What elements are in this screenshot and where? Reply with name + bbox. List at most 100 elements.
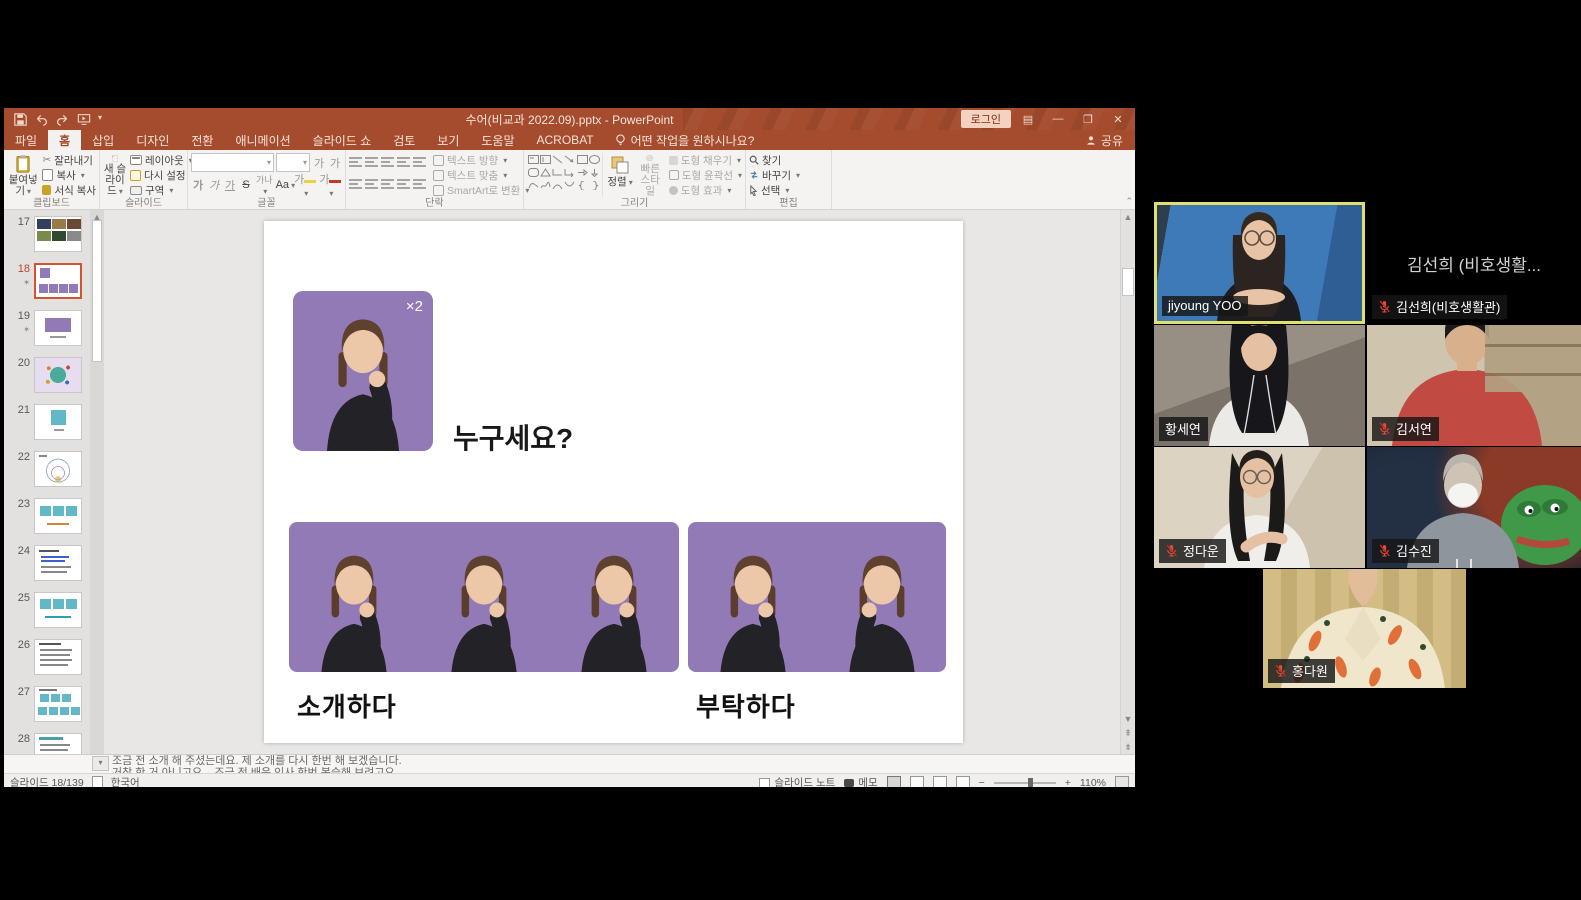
thumbnail-slide-27[interactable]: 27 bbox=[4, 686, 90, 733]
close-button[interactable]: ✕ bbox=[1105, 110, 1131, 128]
zoom-level[interactable]: 110% bbox=[1080, 777, 1106, 788]
grow-font-button[interactable]: 가 bbox=[312, 155, 326, 171]
reading-view-button[interactable] bbox=[933, 776, 947, 787]
shape-outline-button[interactable]: 도형 윤곽선 bbox=[669, 168, 742, 182]
thumbnail-slide-28[interactable]: 28 bbox=[4, 733, 90, 754]
video-tile-jung-dawoon[interactable]: 정다운 bbox=[1154, 447, 1365, 568]
zoom-in-button[interactable]: + bbox=[1065, 777, 1071, 788]
justify-icon[interactable] bbox=[397, 179, 410, 189]
slide-question-text[interactable]: 누구세요? bbox=[453, 417, 573, 457]
thumbnail-slide-22[interactable]: 22 bbox=[4, 451, 90, 498]
shape-fill-button[interactable]: 도형 채우기 bbox=[669, 153, 742, 167]
numbering-icon[interactable] bbox=[365, 157, 378, 167]
thumbnail-scrollbar-thumb[interactable] bbox=[92, 220, 102, 362]
editor-scrollbar-thumb[interactable] bbox=[1122, 268, 1134, 296]
text-direction-button[interactable]: 텍스트 방향 bbox=[433, 153, 529, 167]
tab-file[interactable]: 파일 bbox=[4, 130, 48, 150]
thumbnail-slide-18[interactable]: 18✶ bbox=[4, 263, 90, 310]
restore-button[interactable]: ❐ bbox=[1075, 110, 1101, 128]
fit-to-window-button[interactable] bbox=[1115, 776, 1129, 787]
tab-insert[interactable]: 삽입 bbox=[81, 130, 125, 150]
thumbnail-slide-24[interactable]: 24 bbox=[4, 545, 90, 592]
shapes-gallery[interactable] bbox=[527, 153, 603, 197]
thumbnail-slide-19[interactable]: 19✶ bbox=[4, 310, 90, 357]
thumbnail-slide-17[interactable]: 17 bbox=[4, 216, 90, 263]
thumbnail-slide-25[interactable]: 25 bbox=[4, 592, 90, 639]
underline-button[interactable]: 가 bbox=[223, 177, 237, 193]
new-slide-button[interactable]: 새 슬라이드 bbox=[103, 153, 127, 197]
slide-canvas[interactable]: ×2 누구세요? bbox=[264, 221, 963, 743]
proofing-status-icon[interactable] bbox=[92, 776, 103, 787]
scroll-up-icon[interactable]: ▲ bbox=[1124, 210, 1133, 224]
slide-sorter-view-button[interactable] bbox=[910, 776, 924, 787]
video-tile-kim-sunhee[interactable]: 김선희 (비호생활... 김선희(비호생활관) bbox=[1367, 202, 1581, 324]
start-slideshow-icon[interactable] bbox=[77, 113, 90, 126]
thumbnail-scrollbar[interactable]: ▲ bbox=[90, 210, 104, 754]
tab-transitions[interactable]: 전환 bbox=[180, 130, 224, 150]
quick-styles-button[interactable]: 빠른 스타일 bbox=[637, 153, 664, 197]
sign-image-introduce[interactable] bbox=[289, 522, 679, 672]
video-tile-kim-seoyeon[interactable]: 김서연 bbox=[1367, 325, 1581, 446]
align-text-button[interactable]: 텍스트 맞춤 bbox=[433, 168, 529, 182]
save-icon[interactable] bbox=[14, 113, 27, 126]
comments-toggle-button[interactable]: 메모 bbox=[844, 775, 877, 787]
paste-button[interactable]: 붙여넣기 bbox=[7, 153, 39, 197]
notes-collapse-icon[interactable]: ▾ bbox=[92, 756, 109, 771]
notes-toggle-button[interactable]: 슬라이드 노트 bbox=[759, 775, 835, 787]
replace-button[interactable]: 바꾸기 bbox=[749, 168, 800, 182]
cut-button[interactable]: ✂잘라내기 bbox=[42, 153, 96, 167]
thumbnail-slide-26[interactable]: 26 bbox=[4, 639, 90, 686]
tab-acrobat[interactable]: ACROBAT bbox=[526, 130, 605, 150]
tab-home[interactable]: 홈 bbox=[48, 130, 81, 150]
thumbnail-slide-21[interactable]: 21 bbox=[4, 404, 90, 451]
caption-introduce[interactable]: 소개하다 bbox=[297, 687, 397, 724]
copy-button[interactable]: 복사 bbox=[42, 168, 96, 182]
change-case-button[interactable]: Aa bbox=[276, 179, 292, 191]
editor-scrollbar[interactable]: ⌃ ▲ ▼ ⇞ ⇟ bbox=[1120, 210, 1135, 754]
tab-review[interactable]: 검토 bbox=[382, 130, 426, 150]
align-center-icon[interactable] bbox=[365, 179, 378, 189]
sign-image-question[interactable]: ×2 bbox=[293, 291, 433, 451]
customize-qat-icon[interactable]: ▾ bbox=[98, 113, 106, 126]
thumbnail-slide-23[interactable]: 23 bbox=[4, 498, 90, 545]
video-tile-hong-dawon[interactable]: 홍다원 bbox=[1263, 569, 1466, 688]
tab-help[interactable]: 도움말 bbox=[470, 130, 525, 150]
sign-image-request[interactable] bbox=[688, 522, 946, 672]
previous-slide-button[interactable]: ⇞ bbox=[1124, 726, 1132, 740]
bold-button[interactable]: 가 bbox=[191, 177, 205, 193]
increase-indent-icon[interactable] bbox=[397, 157, 410, 167]
tab-animations[interactable]: 애니메이션 bbox=[224, 130, 301, 150]
video-tile-jiyoung-yoo[interactable]: jiyoung YOO bbox=[1154, 202, 1365, 324]
redo-icon[interactable] bbox=[56, 113, 69, 126]
tab-view[interactable]: 보기 bbox=[426, 130, 470, 150]
bullets-icon[interactable] bbox=[349, 157, 362, 167]
shrink-font-button[interactable]: 가 bbox=[328, 155, 342, 171]
zoom-slider-knob[interactable] bbox=[1028, 778, 1033, 788]
columns-icon[interactable] bbox=[413, 179, 426, 189]
tab-slideshow[interactable]: 슬라이드 쇼 bbox=[302, 130, 383, 150]
slide-editor[interactable]: ×2 누구세요? bbox=[104, 210, 1135, 754]
normal-view-button[interactable] bbox=[887, 776, 901, 787]
collapse-ribbon-icon[interactable]: ⌃ bbox=[1125, 196, 1133, 207]
decrease-indent-icon[interactable] bbox=[381, 157, 394, 167]
share-button[interactable]: 공유 bbox=[1074, 130, 1135, 150]
tab-design[interactable]: 디자인 bbox=[125, 130, 180, 150]
align-right-icon[interactable] bbox=[381, 179, 394, 189]
video-tile-kim-sujin[interactable]: 김수진 bbox=[1367, 447, 1581, 568]
find-button[interactable]: 찾기 bbox=[749, 153, 800, 167]
login-button[interactable]: 로그인 bbox=[961, 110, 1011, 128]
layout-button[interactable]: 레이아웃 bbox=[130, 153, 193, 167]
video-tile-hwang-seyeon[interactable]: 황세연 bbox=[1154, 325, 1365, 446]
line-spacing-icon[interactable] bbox=[413, 157, 426, 167]
tell-me-box[interactable]: 어떤 작업을 원하시나요? bbox=[605, 130, 765, 150]
zoom-slider[interactable] bbox=[994, 782, 1056, 784]
arrange-button[interactable]: 정렬 bbox=[606, 153, 633, 197]
reset-button[interactable]: 다시 설정 bbox=[130, 168, 193, 182]
character-spacing-button[interactable]: 가나 bbox=[255, 173, 274, 196]
ribbon-display-options-icon[interactable]: ▤ bbox=[1015, 110, 1041, 128]
strikethrough-button[interactable]: S bbox=[239, 179, 253, 191]
caption-request[interactable]: 부탁하다 bbox=[696, 687, 796, 724]
align-left-icon[interactable] bbox=[349, 179, 362, 189]
zoom-out-button[interactable]: − bbox=[979, 777, 985, 788]
scroll-down-icon[interactable]: ▼ bbox=[1124, 712, 1133, 726]
